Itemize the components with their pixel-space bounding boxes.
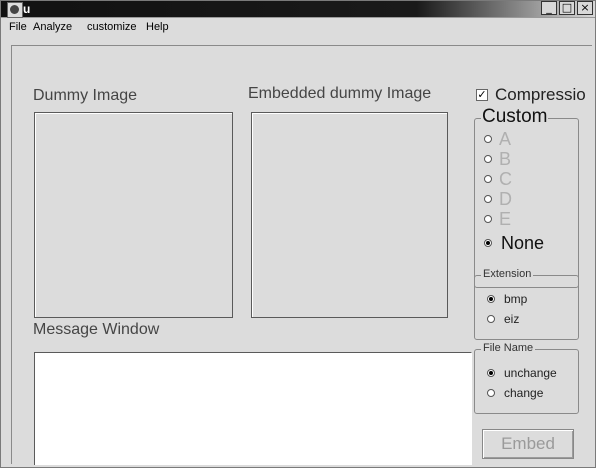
radio-icon	[487, 315, 495, 323]
embedded-image-label: Embedded dummy Image	[248, 85, 432, 102]
dummy-image-panel	[34, 112, 233, 318]
radio-icon	[484, 135, 492, 143]
radio-selected-icon	[484, 239, 492, 247]
extension-option-label: eiz	[504, 312, 520, 326]
custom-option-b[interactable]: B	[484, 148, 512, 169]
custom-option-label: None	[501, 232, 545, 253]
custom-option-none[interactable]: None	[484, 232, 545, 253]
radio-icon	[484, 195, 492, 203]
custom-option-label: D	[499, 188, 512, 209]
menu-file[interactable]: File	[9, 18, 27, 36]
checkbox-checked-icon: ✓	[476, 88, 488, 101]
radio-icon	[484, 215, 492, 223]
custom-option-a[interactable]: A	[484, 128, 512, 149]
menu-help[interactable]: Help	[146, 18, 169, 36]
custom-option-label: B	[499, 148, 512, 169]
custom-option-label: E	[499, 208, 512, 229]
extension-option-label: bmp	[504, 292, 528, 306]
extension-group-title: Extension	[481, 267, 534, 281]
close-button[interactable]: ×	[577, 1, 593, 15]
custom-option-d[interactable]: D	[484, 188, 512, 209]
embedded-image-panel	[251, 112, 448, 318]
compression-label: Compressio	[495, 85, 586, 104]
file-name-group: File Name unchange change	[474, 341, 579, 414]
app-window: u _ □ × File Analyze customize Help Dumm…	[0, 0, 596, 468]
message-window-textarea[interactable]	[34, 352, 472, 465]
extension-option-bmp[interactable]: bmp	[487, 290, 527, 308]
maximize-button[interactable]: □	[559, 1, 575, 15]
window-controls: _ □ ×	[541, 1, 593, 17]
file-name-option-unchange[interactable]: unchange	[487, 364, 557, 382]
custom-option-c[interactable]: C	[484, 168, 512, 189]
menu-bar: File Analyze customize Help	[1, 18, 595, 36]
message-window-label: Message Window	[33, 321, 160, 338]
custom-group-title: Custom	[481, 106, 549, 127]
custom-option-e[interactable]: E	[484, 208, 512, 229]
menu-analyze[interactable]: Analyze	[33, 18, 72, 36]
title-bar[interactable]: u _ □ ×	[1, 1, 595, 18]
radio-selected-icon	[487, 295, 495, 303]
file-name-option-label: change	[504, 386, 544, 400]
radio-icon	[484, 155, 492, 163]
custom-option-label: A	[499, 128, 512, 149]
file-name-group-title: File Name	[481, 341, 536, 355]
radio-selected-icon	[487, 369, 495, 377]
custom-option-label: C	[499, 168, 512, 189]
compression-checkbox[interactable]: ✓ Compressio	[476, 85, 586, 105]
app-icon[interactable]	[7, 2, 23, 18]
radio-icon	[487, 389, 495, 397]
file-name-option-label: unchange	[504, 366, 557, 380]
embed-button[interactable]: Embed	[482, 429, 574, 459]
file-name-option-change[interactable]: change	[487, 384, 543, 402]
window-title: u	[23, 2, 31, 16]
custom-group: Custom A B C D E None	[474, 107, 579, 288]
extension-group: Extension bmp eiz	[474, 267, 579, 340]
main-content: Dummy Image Embedded dummy Image Message…	[11, 45, 592, 465]
menu-customize[interactable]: customize	[87, 18, 137, 36]
dummy-image-label: Dummy Image	[33, 87, 138, 104]
extension-option-eiz[interactable]: eiz	[487, 310, 519, 328]
minimize-button[interactable]: _	[541, 1, 557, 15]
radio-icon	[484, 175, 492, 183]
